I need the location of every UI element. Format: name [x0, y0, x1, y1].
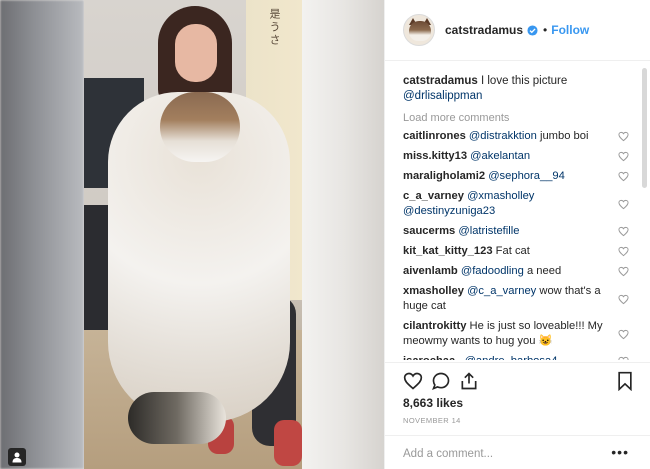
- comment-like-heart-icon[interactable]: [618, 356, 629, 360]
- post-actions-section: 8,663 likes NOVEMBER 14 •••: [385, 362, 650, 469]
- photo-person-face: [175, 24, 217, 82]
- caption-text: I love this picture: [477, 75, 568, 87]
- comment-mention[interactable]: @andre_barbosa4: [465, 355, 558, 360]
- photo-person-shoe: [274, 420, 302, 466]
- comment-mention[interactable]: @xmasholley: [467, 190, 534, 202]
- post-header: catstradamus • Follow: [385, 0, 650, 61]
- comment-icon[interactable]: [431, 371, 451, 391]
- comment-body: Fat cat: [495, 245, 530, 257]
- comment-row: aivenlamb @fadoodling a need: [403, 264, 629, 279]
- comment-text: miss.kitty13 @akelantan: [403, 149, 608, 164]
- comment-row: maraligholami2 @sephora__94: [403, 169, 629, 184]
- comment-username[interactable]: aivenlamb: [403, 265, 458, 277]
- avatar-cat-face: [409, 21, 431, 41]
- add-comment-bar: •••: [385, 435, 650, 469]
- comment-text: isarochaa_ @andre_barbosa4: [403, 354, 608, 360]
- comment-username[interactable]: isarochaa_: [403, 355, 461, 360]
- comment-mention[interactable]: @akelantan: [470, 150, 530, 162]
- comment-like-heart-icon[interactable]: [618, 151, 629, 162]
- comment-text: xmasholley @c_a_varney wow that's a huge…: [403, 284, 608, 314]
- verified-badge-icon: [527, 24, 538, 36]
- comment-like-heart-icon[interactable]: [618, 199, 629, 210]
- comment-like-heart-icon[interactable]: [618, 226, 629, 237]
- bookmark-icon[interactable]: [615, 371, 635, 391]
- comment-mention[interactable]: @latristefille: [458, 225, 519, 237]
- comment-username[interactable]: miss.kitty13: [403, 150, 467, 162]
- post-caption: catstradamus I love this picture @drlisa…: [403, 74, 623, 104]
- comment-like-heart-icon[interactable]: [618, 294, 629, 305]
- post-side-panel: catstradamus • Follow catstradamus I lov…: [384, 0, 650, 469]
- comment-row: saucerms @latristefille: [403, 224, 629, 239]
- comment-text: caitlinrones @distrakktion jumbo boi: [403, 129, 608, 144]
- comment-like-heart-icon[interactable]: [618, 246, 629, 257]
- photo-blur-right: [302, 0, 384, 469]
- comment-like-heart-icon[interactable]: [618, 131, 629, 142]
- post-photo[interactable]: 是うさ: [84, 0, 302, 469]
- load-more-comments-button[interactable]: Load more comments: [403, 112, 650, 124]
- post-date: NOVEMBER 14: [403, 416, 461, 425]
- comment-username[interactable]: kit_kat_kitty_123: [403, 245, 493, 257]
- comment-row: miss.kitty13 @akelantan: [403, 149, 629, 164]
- comment-like-heart-icon[interactable]: [618, 171, 629, 182]
- post-photo-area: 是うさ: [0, 0, 384, 469]
- comment-username[interactable]: maraligholami2: [403, 170, 485, 182]
- heart-icon[interactable]: [403, 371, 423, 391]
- photo-cat-tail: [128, 392, 226, 444]
- comment-mention[interactable]: @sephora__94: [488, 170, 565, 182]
- comment-row: cilantrokitty He is just so loveable!!! …: [403, 319, 629, 349]
- comment-mention[interactable]: @distrakktion: [469, 130, 537, 142]
- comment-row: xmasholley @c_a_varney wow that's a huge…: [403, 284, 629, 314]
- action-icons-row: [403, 371, 635, 395]
- comment-text: c_a_varney @xmasholley @destinyzuniga23: [403, 189, 608, 219]
- comment-text: aivenlamb @fadoodling a need: [403, 264, 608, 279]
- likes-count[interactable]: 8,663 likes: [403, 396, 463, 410]
- comment-mention[interactable]: @fadoodling: [461, 265, 524, 277]
- follow-button[interactable]: Follow: [551, 23, 589, 37]
- comment-username[interactable]: c_a_varney: [403, 190, 464, 202]
- photo-blur-left: [0, 0, 84, 469]
- add-comment-input[interactable]: [403, 445, 603, 463]
- caption-mention[interactable]: @drlisalippman: [403, 90, 482, 102]
- comment-username[interactable]: caitlinrones: [403, 130, 466, 142]
- header-username[interactable]: catstradamus: [445, 23, 523, 37]
- comment-text: kit_kat_kitty_123 Fat cat: [403, 244, 608, 259]
- share-icon[interactable]: [459, 371, 479, 391]
- comment-like-heart-icon[interactable]: [618, 329, 629, 340]
- caption-username[interactable]: catstradamus: [403, 75, 478, 87]
- comment-text: maraligholami2 @sephora__94: [403, 169, 608, 184]
- comment-mention[interactable]: @destinyzuniga23: [403, 205, 495, 217]
- comment-username[interactable]: cilantrokitty: [403, 320, 466, 332]
- more-options-button[interactable]: •••: [611, 444, 629, 460]
- comment-row: c_a_varney @xmasholley @destinyzuniga23: [403, 189, 629, 219]
- comment-mention[interactable]: @c_a_varney: [467, 285, 536, 297]
- avatar[interactable]: [403, 14, 435, 46]
- comment-row: caitlinrones @distrakktion jumbo boi: [403, 129, 629, 144]
- user-tag-icon[interactable]: [8, 448, 26, 466]
- comment-username[interactable]: xmasholley: [403, 285, 464, 297]
- comments-scrollbar[interactable]: [642, 68, 647, 188]
- comment-body: jumbo boi: [536, 130, 589, 142]
- comment-text: saucerms @latristefille: [403, 224, 608, 239]
- comment-row: isarochaa_ @andre_barbosa4: [403, 354, 629, 360]
- header-separator: •: [543, 23, 548, 37]
- comments-list[interactable]: catstradamus I love this picture @drlisa…: [385, 62, 650, 360]
- photo-cat-head: [160, 92, 240, 162]
- comment-like-heart-icon[interactable]: [618, 266, 629, 277]
- comment-text: cilantrokitty He is just so loveable!!! …: [403, 319, 608, 349]
- photo-door-text: 是うさ: [268, 8, 281, 47]
- comment-username[interactable]: saucerms: [403, 225, 455, 237]
- comment-row: kit_kat_kitty_123 Fat cat: [403, 244, 629, 259]
- comment-body: a need: [523, 265, 562, 277]
